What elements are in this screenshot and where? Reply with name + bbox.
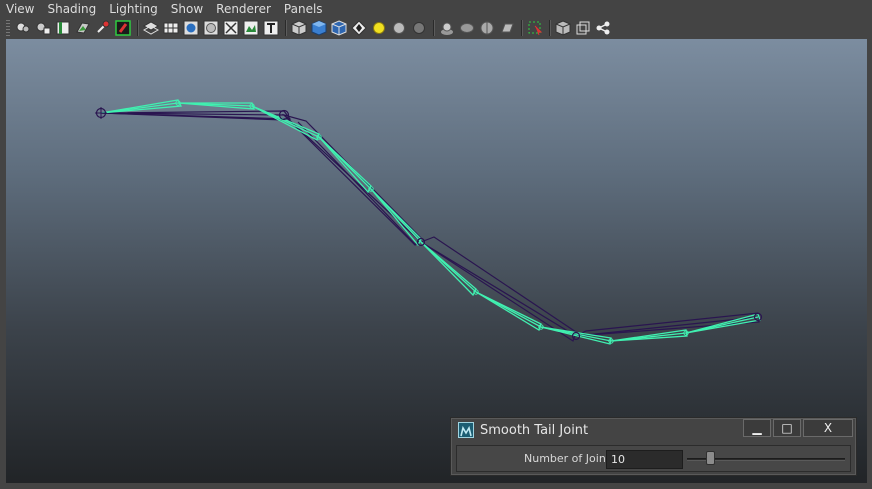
text-icon[interactable]	[262, 19, 280, 37]
screen-space-icon[interactable]	[498, 19, 516, 37]
joint-markers[interactable]	[95, 100, 763, 344]
anti-aliasing-icon[interactable]	[458, 19, 476, 37]
perspective-viewport[interactable]	[6, 39, 867, 483]
motion-blur-icon[interactable]	[438, 19, 456, 37]
selection-highlight-icon[interactable]	[526, 19, 544, 37]
root-joint-cross	[95, 107, 107, 119]
toolbar-separator	[433, 20, 435, 36]
number-of-joint-label: Number of Joint	[524, 452, 611, 465]
window-controls: ▁ □ X	[741, 419, 853, 437]
ambient-occlusion-icon[interactable]	[410, 19, 428, 37]
wireframe-icon[interactable]	[202, 19, 220, 37]
xray-icon[interactable]	[554, 19, 572, 37]
viewport-menubar: View Shading Lighting Show Renderer Pane…	[0, 0, 872, 17]
maximize-button[interactable]: □	[773, 419, 801, 437]
default-material-icon[interactable]	[290, 19, 308, 37]
viewport-bottom-border	[0, 483, 872, 489]
joint-chain-scene	[95, 99, 763, 345]
camera-attributes-icon[interactable]	[34, 19, 52, 37]
number-of-joint-slider-thumb[interactable]	[706, 451, 716, 465]
number-of-joint-field[interactable]: 10	[606, 450, 683, 469]
xray-joints-icon[interactable]	[594, 19, 612, 37]
xray-grid-icon[interactable]	[162, 19, 180, 37]
toolbar-separator	[285, 20, 287, 36]
image-plane-icon[interactable]	[74, 19, 92, 37]
xray-active-icon[interactable]	[574, 19, 592, 37]
viewport-toolbar	[0, 17, 872, 39]
toolbar-grip[interactable]	[6, 20, 10, 36]
depth-of-field-icon[interactable]	[478, 19, 496, 37]
two-d-pan-zoom-icon[interactable]	[94, 19, 112, 37]
select-camera-icon[interactable]	[14, 19, 32, 37]
toolbar-separator	[137, 20, 139, 36]
menu-renderer[interactable]: Renderer	[216, 2, 271, 16]
menu-lighting[interactable]: Lighting	[109, 2, 158, 16]
window-title: Smooth Tail Joint	[480, 422, 589, 438]
original-joint-chain[interactable]	[100, 110, 760, 342]
wireframe-on-shaded-icon[interactable]	[142, 19, 160, 37]
smoothed-joint-chain[interactable]	[100, 99, 761, 345]
grease-pencil-icon[interactable]	[114, 19, 132, 37]
menu-shading[interactable]: Shading	[47, 2, 96, 16]
isolate-select-icon[interactable]	[222, 19, 240, 37]
texture-icon[interactable]	[242, 19, 260, 37]
toolbar-separator	[521, 20, 523, 36]
use-default-light-icon[interactable]	[370, 19, 388, 37]
window-title-bar[interactable]: Smooth Tail Joint ▁ □ X	[452, 419, 855, 441]
flat-shade-icon[interactable]	[310, 19, 328, 37]
menu-panels[interactable]: Panels	[284, 2, 323, 16]
shadows-icon[interactable]	[390, 19, 408, 37]
smooth-shade-icon[interactable]	[182, 19, 200, 37]
smooth-tail-joint-window: Smooth Tail Joint ▁ □ X Number of Joint …	[451, 418, 856, 475]
shaded-cube-icon[interactable]	[330, 19, 348, 37]
menu-show[interactable]: Show	[171, 2, 203, 16]
minimize-button[interactable]: ▁	[743, 419, 771, 437]
toolbar-separator	[549, 20, 551, 36]
slider-group: Number of Joint 10	[456, 445, 851, 472]
maya-app-icon	[458, 422, 474, 438]
checker-texture-icon[interactable]	[350, 19, 368, 37]
bookmark-icon[interactable]	[54, 19, 72, 37]
close-button[interactable]: X	[803, 419, 853, 437]
menu-view[interactable]: View	[6, 2, 34, 16]
